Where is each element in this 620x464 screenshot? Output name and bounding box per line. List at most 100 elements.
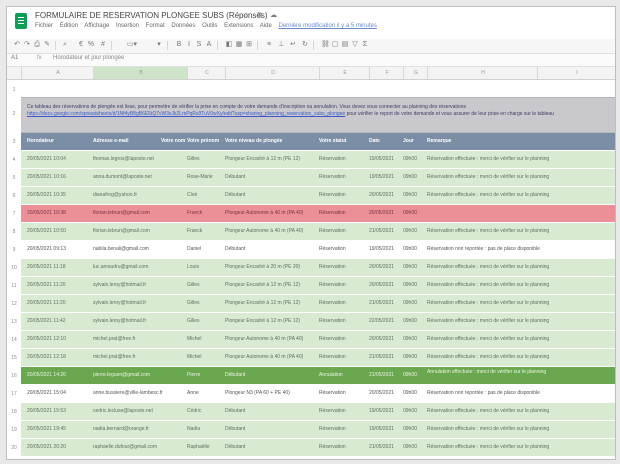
menu-insert[interactable]: Insertion	[116, 23, 139, 29]
table-cell[interactable]: 20/05/2021 10:50	[27, 223, 91, 240]
table-cell[interactable]: Pierre	[187, 367, 223, 384]
table-cell[interactable]: 20/05/2021 11:18	[27, 259, 91, 276]
table-cell[interactable]: 09h00	[403, 331, 425, 348]
planning-link[interactable]: https://docs.google.com/spreadsheets/d/1…	[27, 111, 345, 117]
column-header-e[interactable]: E	[319, 67, 370, 79]
table-cell[interactable]: Franck	[187, 205, 223, 222]
row-number[interactable]: 5	[7, 175, 21, 181]
table-cell[interactable]: Réservation	[319, 349, 367, 366]
table-cell[interactable]: 21/05/2021	[369, 295, 401, 312]
table-cell[interactable]: Plongeur Encadré à 12 m (PE 12)	[225, 277, 317, 294]
table-row[interactable]: 20/05/2021 10:16 anna.dumont@laposte.net R…	[21, 169, 615, 187]
table-cell[interactable]: Débutant	[225, 439, 317, 456]
table-row[interactable]: 20/05/2021 20:20 raphaelle.dufour@gmail.c…	[21, 439, 615, 457]
table-row[interactable]: 20/05/2021 10:35 dianafrog@yahoo.fr Cloé Dé…	[21, 187, 615, 205]
table-cell[interactable]: Gilles	[187, 313, 223, 330]
table-cell[interactable]: 20/05/2021 10:04	[27, 151, 91, 168]
menu-format[interactable]: Format	[146, 23, 165, 29]
fill-color-icon[interactable]: ◧	[225, 41, 233, 49]
table-cell[interactable]: 09h00	[403, 403, 425, 420]
column-header-g[interactable]: G	[403, 67, 428, 79]
table-cell[interactable]: 20/05/2021 19:45	[27, 421, 91, 438]
table-cell[interactable]: 20/05/2021 10:16	[27, 169, 91, 186]
table-cell[interactable]: Rose-Marie	[187, 169, 223, 186]
table-cell[interactable]: Réservation effectuée : merci de vérifie…	[427, 259, 613, 276]
table-cell[interactable]: 20/05/2021 12:10	[27, 331, 91, 348]
table-cell[interactable]: Réservation	[319, 169, 367, 186]
menu-data[interactable]: Données	[171, 23, 195, 29]
table-cell[interactable]: Plongeur Autonome à 40 m (PA 40)	[225, 205, 317, 222]
align-icon[interactable]: ≡	[265, 41, 273, 49]
table-cell[interactable]: 20/05/2021 11:20	[27, 277, 91, 294]
table-cell[interactable]: Réservation	[319, 205, 367, 222]
table-cell[interactable]: florian.lebrun@gmail.com	[93, 205, 185, 222]
row-number[interactable]: 1	[7, 87, 21, 93]
column-header-a[interactable]: A	[21, 67, 94, 79]
currency-icon[interactable]: €	[77, 41, 85, 49]
row-number[interactable]: 20	[7, 445, 21, 451]
table-row[interactable]: 20/05/2021 10:38 florian.lebrun@gmail.com…	[21, 205, 615, 223]
table-cell[interactable]: sylvain.leroy@hotmail.fr	[93, 277, 185, 294]
table-cell[interactable]: 20/05/2021 12:18	[27, 349, 91, 366]
table-cell[interactable]: 20/05/2021 11:20	[27, 295, 91, 312]
font-select[interactable]: ▭▾	[119, 41, 145, 49]
row-number[interactable]: 2	[7, 111, 21, 117]
table-cell[interactable]: 19/05/2021	[369, 421, 401, 438]
table-cell[interactable]: 19/05/2021	[369, 403, 401, 420]
undo-icon[interactable]: ↶	[13, 41, 21, 49]
row-number[interactable]: 12	[7, 301, 21, 307]
table-cell[interactable]: 20/05/2021 15:53	[27, 403, 91, 420]
comment-icon[interactable]: ▢	[331, 41, 339, 49]
table-cell[interactable]: Réservation	[319, 439, 367, 456]
table-row[interactable]: 20/05/2021 14:26 pierre.leguen@gmail.com P…	[21, 367, 615, 385]
font-size-icon[interactable]: ▾	[155, 41, 163, 49]
table-row[interactable]: 20/05/2021 11:18 luc.amoudru@gmail.com Lou…	[21, 259, 615, 277]
table-header-cell[interactable]: Votre niveau de plongée	[225, 133, 317, 150]
table-row[interactable]: 20/05/2021 10:04 thomas.legros@laposte.ne…	[21, 151, 615, 169]
row-number[interactable]: 19	[7, 427, 21, 433]
table-cell[interactable]: 09h00	[403, 367, 425, 384]
table-cell[interactable]: Michel	[187, 349, 223, 366]
table-cell[interactable]: 09h00	[403, 259, 425, 276]
table-cell[interactable]: Réservation effectuée : merci de vérifie…	[427, 331, 613, 348]
table-cell[interactable]: sylvain.leroy@hotmail.fr	[93, 313, 185, 330]
menu-help[interactable]: Aide	[260, 23, 272, 29]
table-cell[interactable]: Réservation effectuée : merci de vérifie…	[427, 187, 613, 204]
wrap-icon[interactable]: ↵	[289, 41, 297, 49]
table-row[interactable]: 20/05/2021 09:13 nabila.benali@gmail.com D…	[21, 241, 615, 259]
text-color-icon[interactable]: A	[205, 41, 213, 49]
table-cell[interactable]	[427, 205, 613, 222]
table-cell[interactable]: 21/05/2021	[369, 223, 401, 240]
table-cell[interactable]: 09h00	[403, 169, 425, 186]
table-cell[interactable]: Réservation	[319, 403, 367, 420]
table-cell[interactable]: Annulation	[319, 367, 367, 384]
row-number[interactable]: 17	[7, 391, 21, 397]
table-cell[interactable]: 20/05/2021	[369, 205, 401, 222]
paint-format-icon[interactable]: ✎	[43, 41, 51, 49]
table-cell[interactable]: 21/05/2021	[369, 349, 401, 366]
table-cell[interactable]: Gilles	[187, 277, 223, 294]
table-cell[interactable]: nadia.bernard@orange.fr	[93, 421, 185, 438]
table-cell[interactable]: 09h00	[403, 349, 425, 366]
table-cell[interactable]: Débutant	[225, 169, 317, 186]
table-cell[interactable]: michel.prat@free.fr	[93, 349, 185, 366]
bold-icon[interactable]: B	[175, 41, 183, 49]
table-cell[interactable]: 21/05/2021	[369, 367, 401, 384]
last-edit-link[interactable]: Dernière modification il y a 5 minutes	[278, 23, 376, 29]
table-cell[interactable]: sylvain.leroy@hotmail.fr	[93, 295, 185, 312]
borders-icon[interactable]: ▦	[235, 41, 243, 49]
table-header-cell[interactable]: Votre nom	[161, 133, 191, 150]
row-number[interactable]: 3	[7, 139, 21, 145]
menu-file[interactable]: Fichier	[35, 23, 53, 29]
table-cell[interactable]: 09h00	[403, 205, 425, 222]
table-header-cell[interactable]: Jour	[403, 133, 425, 150]
table-cell[interactable]: Anne	[187, 385, 223, 402]
table-row[interactable]: 20/05/2021 12:18 michel.prat@free.fr Miche…	[21, 349, 615, 367]
table-cell[interactable]: 09h00	[403, 439, 425, 456]
menu-tools[interactable]: Outils	[202, 23, 217, 29]
merge-icon[interactable]: ⊞	[245, 41, 253, 49]
table-cell[interactable]: 22/05/2021	[369, 313, 401, 330]
strikethrough-icon[interactable]: S	[195, 41, 203, 49]
table-cell[interactable]: Réservation	[319, 151, 367, 168]
table-cell[interactable]: thomas.legros@laposte.net	[93, 151, 185, 168]
